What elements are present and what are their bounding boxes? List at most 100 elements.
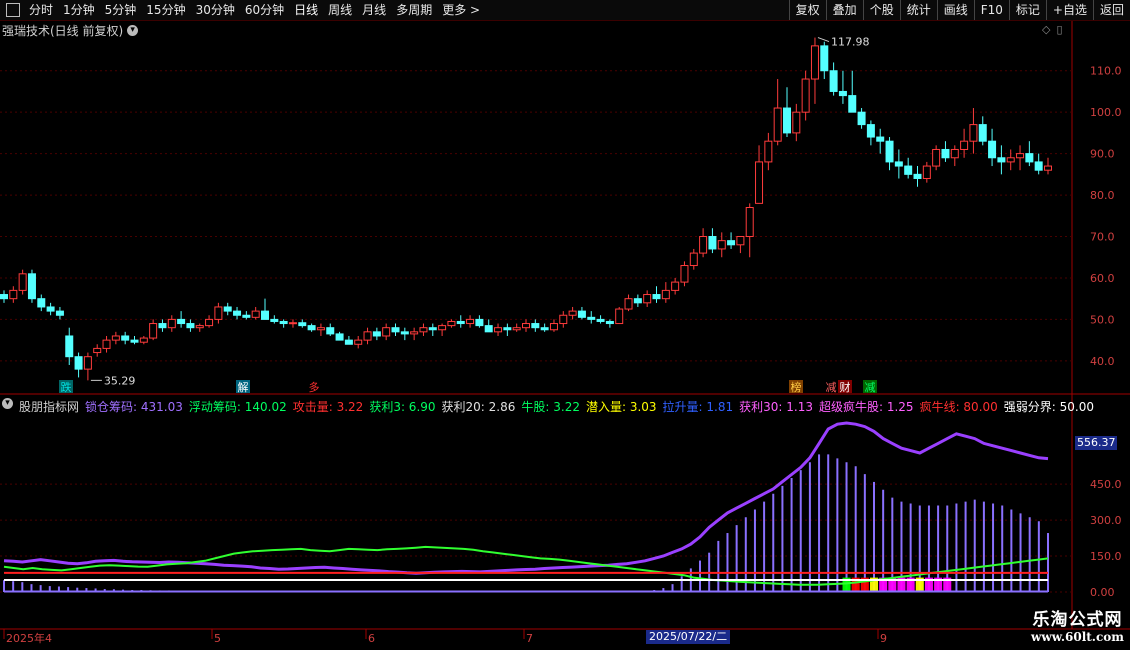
candle-body	[568, 310, 577, 316]
toolbar-button-2[interactable]: 个股	[862, 0, 900, 20]
indicator-name: 股朋指标网	[19, 400, 80, 414]
candle-body	[512, 327, 521, 331]
top-toolbar: 分时 1分钟 5分钟 15分钟 30分钟 60分钟 日线 周线 月线 多周期 更多 > 复权 叠加 个股…	[0, 0, 1130, 21]
low-price-label: 35.29	[104, 374, 135, 387]
candle-body	[876, 136, 885, 142]
indicator-value-3: 获利3: 6.90	[369, 400, 436, 414]
candle-body	[428, 327, 437, 331]
candle-body	[0, 294, 8, 300]
candle-body	[18, 273, 27, 291]
candle-body	[65, 335, 74, 358]
candle-body	[400, 331, 409, 335]
candle-body	[848, 95, 857, 113]
candle-body	[885, 140, 894, 163]
menu-square-icon[interactable]	[6, 3, 20, 17]
event-marker: 跌	[61, 380, 72, 394]
period-tab-2[interactable]: 5分钟	[100, 0, 142, 20]
event-marker: 减	[826, 381, 837, 394]
candle-body	[736, 236, 745, 246]
candle-body	[233, 310, 242, 316]
candle-body	[708, 236, 717, 250]
candle-body	[503, 327, 512, 331]
toolbar-button-3[interactable]: 统计	[899, 0, 937, 20]
candle-body	[195, 325, 204, 329]
candle-body	[316, 327, 325, 331]
toolbar-button-0[interactable]: 复权	[788, 0, 826, 20]
candle-body	[484, 325, 493, 333]
candle-body	[680, 265, 689, 283]
candle-body	[950, 148, 959, 159]
indicator-value-6: 潜入量: 3.03	[585, 400, 657, 414]
candle-body	[456, 320, 465, 325]
event-marker: 解	[238, 380, 249, 394]
watermark-url: www.60lt.com	[1031, 630, 1124, 644]
candle-body	[801, 78, 810, 113]
period-tab-9[interactable]: 多周期	[391, 0, 437, 20]
period-tab-7[interactable]: 周线	[323, 0, 357, 20]
candle-body	[522, 323, 530, 329]
candle-body	[689, 252, 698, 267]
indicator-tick-label: 0.00	[1090, 586, 1115, 599]
candle-body	[83, 356, 92, 370]
indicator-tick-label: 300.0	[1090, 514, 1122, 527]
period-tab-1[interactable]: 1分钟	[58, 0, 100, 20]
chart-area[interactable]: 110.0 100.0 90.0 80.0 70.0 60.0 50.0 40.0 117.98…	[0, 21, 1130, 650]
price-tick-label: 80.0	[1090, 189, 1115, 202]
candle-body	[149, 323, 158, 339]
chevron-down-icon[interactable]: ▾	[2, 398, 13, 409]
event-marker: 减	[865, 381, 876, 394]
toolbar-button-6[interactable]: 标记	[1008, 0, 1046, 20]
watermark: 乐淘公式网 www.60lt.com	[1031, 605, 1124, 644]
candle-body	[559, 314, 568, 325]
period-tab-8[interactable]: 月线	[357, 0, 391, 20]
price-tick-label: 70.0	[1090, 231, 1115, 244]
candle-body	[167, 318, 176, 329]
toolbar-button-4[interactable]: 画线	[936, 0, 974, 20]
candle-body	[997, 157, 1006, 163]
period-tab-3[interactable]: 15分钟	[141, 0, 190, 20]
candle-body	[223, 306, 232, 312]
candle-body	[326, 327, 335, 335]
candle-body	[46, 306, 55, 312]
x-axis-label: 7	[526, 632, 533, 645]
period-tab-5[interactable]: 60分钟	[240, 0, 289, 20]
indicator-value-4: 获利20: 2.86	[441, 400, 516, 414]
indicator-value-0: 锁仓筹码: 431.03	[85, 400, 183, 414]
candle-body	[354, 339, 363, 345]
candle-body	[531, 323, 540, 329]
period-tab-10[interactable]: 更多 >	[437, 0, 485, 20]
toolbar-button-7[interactable]: +自选	[1045, 0, 1093, 20]
period-tab-0[interactable]: 分时	[24, 0, 58, 20]
candle-body	[438, 325, 447, 331]
candle-body	[633, 298, 642, 304]
candle-body	[960, 140, 969, 150]
candle-body	[755, 161, 764, 204]
candle-body	[288, 322, 297, 325]
candle-body	[764, 140, 773, 163]
candle-body	[1025, 153, 1034, 163]
toolbar-button-8[interactable]: 返回	[1092, 0, 1130, 20]
event-marker: 财	[840, 380, 851, 394]
toolbar-button-1[interactable]: 叠加	[825, 0, 863, 20]
candle-body	[494, 327, 503, 333]
candle-body	[391, 327, 400, 333]
period-tab-6[interactable]: 日线	[289, 0, 323, 20]
candle-body	[1006, 157, 1015, 163]
period-tab-4[interactable]: 30分钟	[191, 0, 240, 20]
candle-body	[969, 124, 978, 142]
candle-body	[1016, 153, 1025, 159]
candle-body	[251, 310, 260, 318]
candle-body	[866, 124, 875, 138]
toolbar-button-5[interactable]: F10	[973, 0, 1009, 20]
candle-body	[699, 236, 708, 254]
x-axis-label: 6	[368, 632, 375, 645]
candle-body	[74, 356, 83, 370]
candle-body	[643, 294, 652, 304]
candle-body	[382, 327, 391, 337]
candle-body	[922, 165, 931, 179]
price-tick-label: 40.0	[1090, 355, 1115, 368]
candle-body	[913, 173, 922, 179]
high-price-label: 117.98	[831, 36, 870, 49]
indicator-value-2: 攻击量: 3.22	[292, 400, 364, 414]
candle-body	[661, 289, 670, 300]
